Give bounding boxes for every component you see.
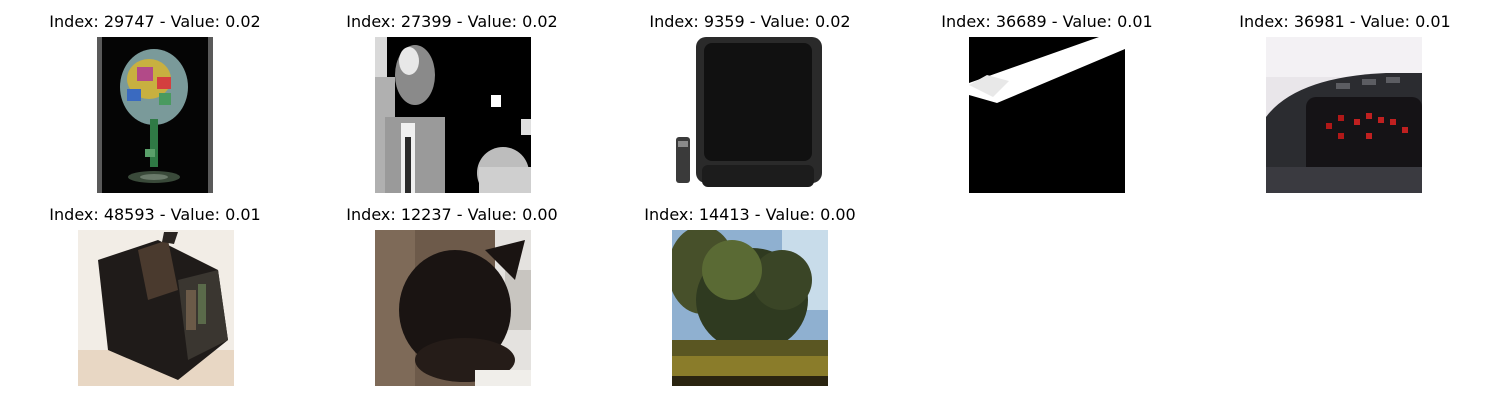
image-title: Index: 9359 - Value: 0.02	[649, 12, 851, 31]
alarm-clock-image	[1266, 37, 1422, 193]
grid-cell: Index: 36981 - Value: 0.01	[1190, 0, 1490, 193]
image-title: Index: 29747 - Value: 0.02	[49, 12, 261, 31]
black-cat-image	[375, 230, 531, 386]
image-thumbnail	[97, 37, 213, 193]
image-thumbnail	[672, 37, 828, 193]
grid-cell: Index: 9359 - Value: 0.02	[595, 0, 895, 193]
image-title: Index: 48593 - Value: 0.01	[49, 205, 261, 224]
television-image	[672, 37, 828, 193]
image-thumbnail	[1266, 37, 1422, 193]
image-title: Index: 14413 - Value: 0.00	[644, 205, 856, 224]
goblet-image	[97, 37, 213, 193]
image-title: Index: 36981 - Value: 0.01	[1239, 12, 1451, 31]
grid-cell: Index: 14413 - Value: 0.00	[595, 193, 895, 386]
image-title: Index: 36689 - Value: 0.01	[941, 12, 1153, 31]
image-title: Index: 12237 - Value: 0.00	[346, 205, 558, 224]
image-thumbnail	[969, 37, 1125, 193]
grid-cell: Index: 29747 - Value: 0.02	[0, 0, 300, 193]
grid-cell: Index: 36689 - Value: 0.01	[892, 0, 1192, 193]
man-portrait-image	[375, 37, 531, 193]
tree-landscape-image	[672, 230, 828, 386]
dark-box-image	[78, 230, 234, 386]
white-streak-image	[969, 37, 1125, 193]
grid-cell: Index: 48593 - Value: 0.01	[0, 193, 300, 386]
image-thumbnail	[375, 230, 531, 386]
grid-cell: Index: 12237 - Value: 0.00	[297, 193, 597, 386]
grid-cell: Index: 27399 - Value: 0.02	[297, 0, 597, 193]
image-thumbnail	[78, 230, 234, 386]
image-grid: Index: 29747 - Value: 0.02 Index: 27399 …	[0, 0, 1500, 400]
image-title: Index: 27399 - Value: 0.02	[346, 12, 558, 31]
image-thumbnail	[672, 230, 828, 386]
image-thumbnail	[375, 37, 531, 193]
